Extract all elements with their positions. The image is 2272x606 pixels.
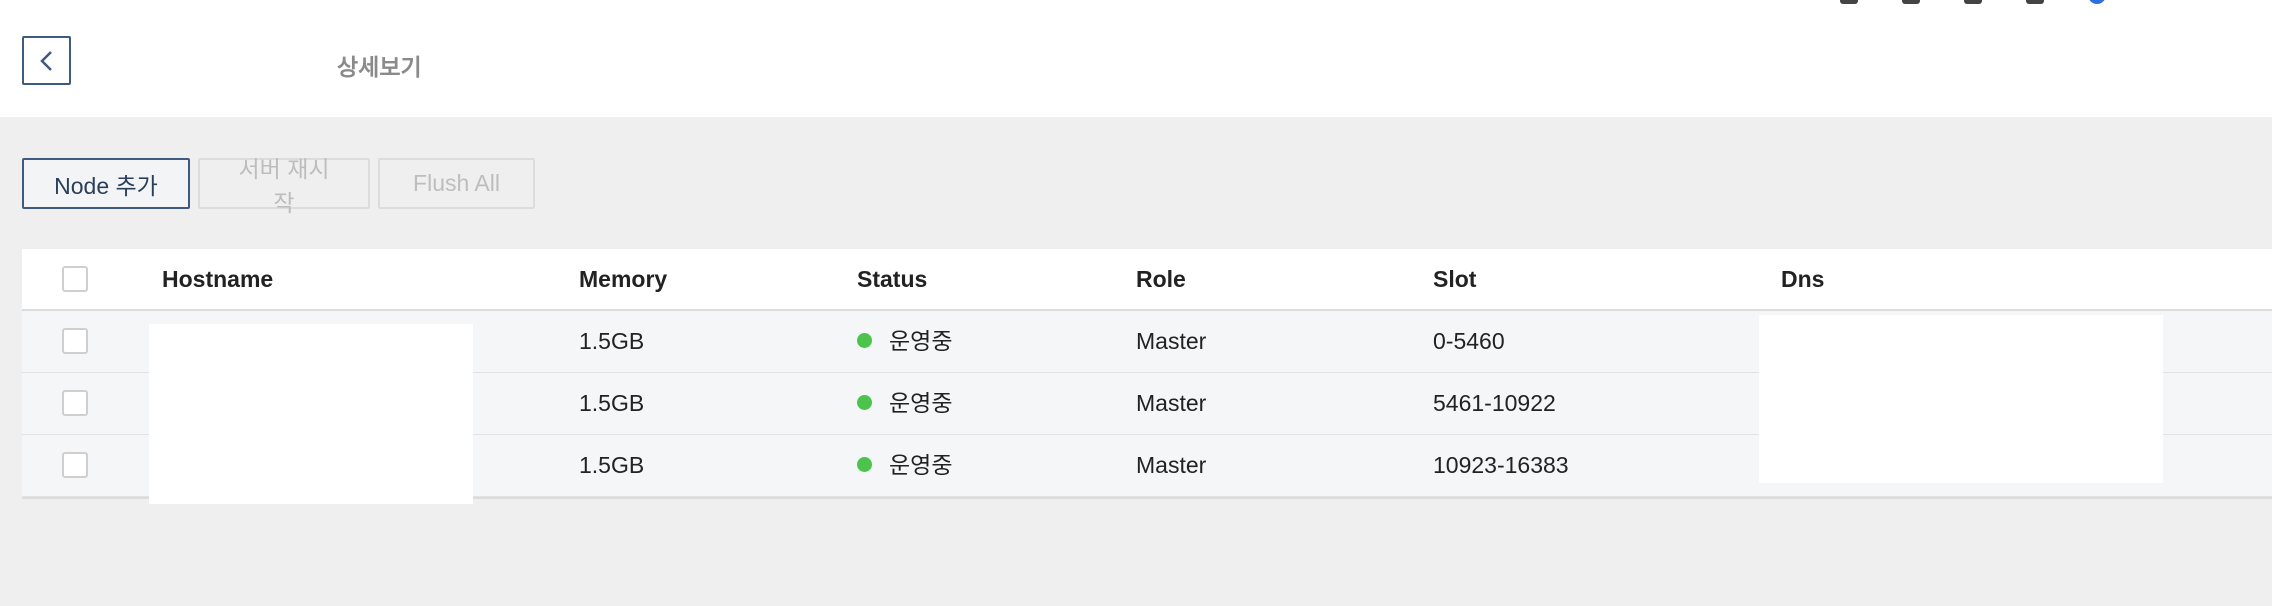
page-header: 상세보기 <box>0 0 2272 117</box>
cell-status: 운영중 <box>857 435 952 496</box>
status-label: 운영중 <box>889 390 953 416</box>
cell-status: 운영중 <box>857 373 952 434</box>
cell-slot: 5461-10922 <box>1433 390 1556 416</box>
status-dot-icon <box>857 457 872 473</box>
column-header-dns[interactable]: Dns <box>1781 249 1824 309</box>
toolbar-icon[interactable] <box>1840 0 1858 4</box>
column-header-role[interactable]: Role <box>1136 249 1186 309</box>
restart-server-button[interactable]: 서버 재시작 <box>198 156 370 216</box>
action-toolbar: Node 추가 서버 재시작 Flush All <box>22 156 535 216</box>
cell-status: 운영중 <box>857 311 952 372</box>
cell-memory: 1.5GB <box>579 328 645 354</box>
avatar-icon[interactable] <box>2088 0 2106 4</box>
column-header-status[interactable]: Status <box>857 249 927 309</box>
status-dot-icon <box>857 333 872 349</box>
table-header: Hostname Memory Status Role Slot Dns <box>22 249 2272 311</box>
column-header-hostname[interactable]: Hostname <box>162 249 273 309</box>
status-dot-icon <box>857 395 872 411</box>
select-all-checkbox[interactable] <box>62 266 88 292</box>
toolbar-icon[interactable] <box>2026 0 2044 4</box>
cell-memory: 1.5GB <box>579 452 645 478</box>
flush-all-button[interactable]: Flush All <box>378 158 535 209</box>
row-checkbox[interactable] <box>62 390 88 416</box>
redacted-dns-area <box>1759 315 2163 483</box>
cell-role: Master <box>1136 328 1207 354</box>
cell-role: Master <box>1136 452 1207 478</box>
redacted-hostname-area <box>149 324 473 504</box>
toolbar-icon[interactable] <box>1902 0 1920 4</box>
add-node-button[interactable]: Node 추가 <box>22 158 190 209</box>
cell-slot: 0-5460 <box>1433 328 1505 354</box>
chevron-left-icon <box>39 50 52 71</box>
cell-role: Master <box>1136 390 1207 416</box>
column-header-slot[interactable]: Slot <box>1433 249 1476 309</box>
cell-slot: 10923-16383 <box>1433 452 1569 478</box>
back-button[interactable] <box>22 36 71 85</box>
row-checkbox[interactable] <box>62 328 88 354</box>
top-toolbar-icons <box>1840 0 2106 4</box>
cell-memory: 1.5GB <box>579 390 645 416</box>
page-title: 상세보기 <box>337 54 422 80</box>
status-label: 운영중 <box>889 452 953 478</box>
toolbar-icon[interactable] <box>1964 0 1982 4</box>
column-header-memory[interactable]: Memory <box>579 249 667 309</box>
node-table: Hostname Memory Status Role Slot Dns 1.5… <box>22 249 2272 504</box>
status-label: 운영중 <box>889 328 953 354</box>
row-checkbox[interactable] <box>62 452 88 478</box>
